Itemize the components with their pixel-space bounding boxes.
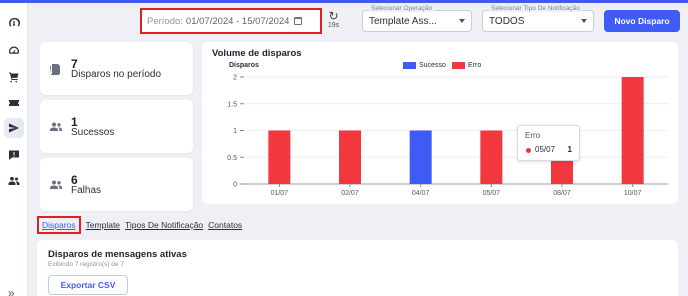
panel-subtitle: Exibindo 7 registro(s) de 7 bbox=[48, 261, 124, 268]
tab-disparos[interactable]: Disparos bbox=[37, 216, 81, 234]
stat-label: Falhas bbox=[71, 185, 102, 196]
refresh-button[interactable]: ↻ 19s bbox=[326, 10, 341, 32]
chart-card: 0 0.5 1 1.5 2 01/07 02/07 04/07 05/07 08/07 10/07 … bbox=[202, 42, 678, 204]
operation-select[interactable]: Selecionar Operação Template Ass... bbox=[362, 5, 472, 32]
new-dispatch-button[interactable]: Novo Disparo bbox=[604, 10, 680, 32]
legend-label: Sucesso bbox=[419, 62, 446, 69]
y-tick-label: 1.5 bbox=[227, 101, 237, 108]
dispatches-panel: Disparos de mensagens ativas Exibindo 7 … bbox=[37, 240, 678, 296]
calendar-icon[interactable] bbox=[294, 17, 303, 25]
tooltip-dot bbox=[526, 148, 531, 153]
stat-label: Disparos no período bbox=[71, 69, 162, 80]
export-csv-button[interactable]: Exportar CSV bbox=[48, 275, 128, 295]
tab-template[interactable]: Template bbox=[86, 220, 121, 230]
period-value: 01/07/2024 - 15/07/2024 bbox=[185, 15, 290, 27]
x-tick-label: 08/07 bbox=[553, 190, 571, 197]
legend-swatch bbox=[452, 62, 465, 69]
tooltip-value: 1 bbox=[567, 145, 572, 154]
operation-select-label: Selecionar Operação bbox=[369, 5, 435, 12]
cart-icon[interactable] bbox=[4, 67, 24, 87]
chart-title: Volume de disparos bbox=[212, 48, 302, 59]
y-tick-label: 1 bbox=[233, 128, 237, 135]
tooltip-title: Erro bbox=[525, 131, 541, 140]
y-tick-label: 0 bbox=[233, 182, 237, 189]
dashboard-icon[interactable] bbox=[4, 13, 24, 33]
stat-card-dispatches: 7 Disparos no período bbox=[40, 42, 193, 95]
stat-label: Sucessos bbox=[71, 127, 115, 138]
x-tick-label: 05/07 bbox=[483, 190, 501, 197]
bar-erro bbox=[480, 130, 503, 184]
people-icon[interactable] bbox=[4, 171, 24, 191]
tab-notification-types[interactable]: Tipos De Notificação bbox=[125, 220, 203, 230]
y-tick-label: 0.5 bbox=[227, 155, 237, 162]
operation-select-value: Template Ass... bbox=[369, 15, 437, 27]
x-tick-label: 04/07 bbox=[412, 190, 430, 197]
tooltip-date: 05/07 bbox=[535, 145, 556, 154]
period-filter[interactable]: Período: 01/07/2024 - 15/07/2024 bbox=[140, 8, 322, 34]
chart-tooltip: Erro 05/07 1 bbox=[517, 125, 580, 161]
notification-type-select-value: TODOS bbox=[489, 15, 525, 27]
collapse-sidebar-icon[interactable]: » bbox=[8, 286, 15, 296]
chart-y-label: Disparos bbox=[229, 62, 259, 69]
chevron-down-icon bbox=[459, 19, 465, 23]
legend-item-success[interactable]: Sucesso bbox=[403, 62, 446, 69]
stat-card-successes: 1 Sucessos bbox=[40, 100, 193, 153]
sidebar: » bbox=[0, 3, 28, 296]
bar-erro bbox=[268, 130, 291, 184]
stat-card-failures: 6 Falhas bbox=[40, 158, 193, 211]
legend-item-error[interactable]: Erro bbox=[452, 62, 481, 69]
legend-label: Erro bbox=[468, 62, 482, 69]
legend-swatch bbox=[403, 62, 416, 69]
users-icon bbox=[49, 120, 63, 132]
chevron-down-icon bbox=[581, 19, 587, 23]
refresh-timer: 19s bbox=[327, 22, 340, 29]
notification-type-select-label: Selecionar Tipo De Notificação bbox=[489, 5, 582, 12]
document-icon bbox=[49, 62, 63, 75]
tabs: Disparos Template Tipos De Notificação C… bbox=[37, 215, 247, 235]
bar-erro bbox=[621, 77, 644, 184]
ticket-icon[interactable] bbox=[4, 93, 24, 113]
refresh-icon: ↻ bbox=[328, 9, 339, 23]
y-tick-label: 2 bbox=[233, 75, 237, 82]
send-icon[interactable] bbox=[4, 118, 24, 138]
bar-erro bbox=[339, 130, 361, 184]
chat-alert-icon[interactable] bbox=[4, 145, 24, 165]
tab-contacts[interactable]: Contatos bbox=[208, 220, 242, 230]
notification-type-select[interactable]: Selecionar Tipo De Notificação TODOS bbox=[482, 5, 594, 32]
x-tick-label: 02/07 bbox=[341, 190, 359, 197]
x-tick-label: 01/07 bbox=[271, 190, 289, 197]
users-icon bbox=[49, 178, 63, 190]
bar-sucesso bbox=[409, 130, 432, 184]
period-label: Período: bbox=[147, 15, 183, 27]
speedometer-icon[interactable] bbox=[4, 41, 24, 61]
x-tick-label: 10/07 bbox=[624, 190, 642, 197]
top-accent-bar bbox=[0, 0, 688, 3]
panel-title: Disparos de mensagens ativas bbox=[48, 249, 187, 260]
